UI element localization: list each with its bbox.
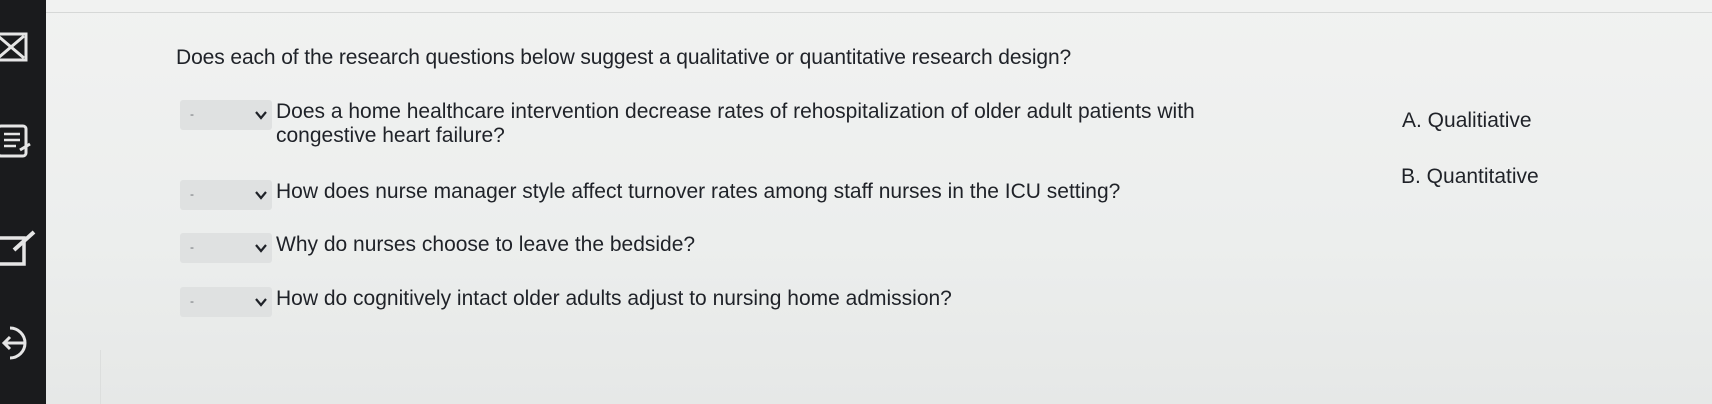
close-box-icon[interactable] xyxy=(0,28,40,66)
chevron-down-icon xyxy=(255,244,267,253)
dropdown-value: - xyxy=(190,294,194,308)
answer-dropdown-2[interactable]: - xyxy=(180,180,272,210)
matching-row-2: - How does nurse manager style affect tu… xyxy=(180,180,1120,210)
exit-icon[interactable] xyxy=(0,324,40,362)
option-b-label: B. Quantitative xyxy=(1401,165,1539,188)
research-question-3: Why do nurses choose to leave the bedsid… xyxy=(276,233,696,256)
research-question-1: Does a home healthcare intervention decr… xyxy=(276,100,1195,147)
chevron-down-icon xyxy=(255,111,267,120)
matching-row-4: - How do cognitively intact older adults… xyxy=(180,287,952,317)
divider xyxy=(100,350,101,404)
question-prompt: Does each of the research questions belo… xyxy=(176,46,1072,69)
answer-dropdown-3[interactable]: - xyxy=(180,233,272,263)
research-question-2: How does nurse manager style affect turn… xyxy=(276,180,1121,203)
notes-icon[interactable] xyxy=(0,122,40,160)
dropdown-value: - xyxy=(190,240,194,254)
divider xyxy=(46,12,1712,13)
chevron-down-icon xyxy=(255,298,267,307)
answer-dropdown-4[interactable]: - xyxy=(180,287,272,317)
option-a-label: A. Qualitiative xyxy=(1402,109,1532,132)
chevron-down-icon xyxy=(255,191,267,200)
research-question-4: How do cognitively intact older adults a… xyxy=(276,287,952,310)
edit-icon[interactable] xyxy=(0,230,40,268)
matching-row-3: - Why do nurses choose to leave the beds… xyxy=(180,233,695,263)
dropdown-value: - xyxy=(190,107,194,121)
left-toolbar xyxy=(0,0,46,404)
answer-dropdown-1[interactable]: - xyxy=(180,100,272,130)
dropdown-value: - xyxy=(190,187,194,201)
matching-row-1: - Does a home healthcare intervention de… xyxy=(180,100,1195,148)
